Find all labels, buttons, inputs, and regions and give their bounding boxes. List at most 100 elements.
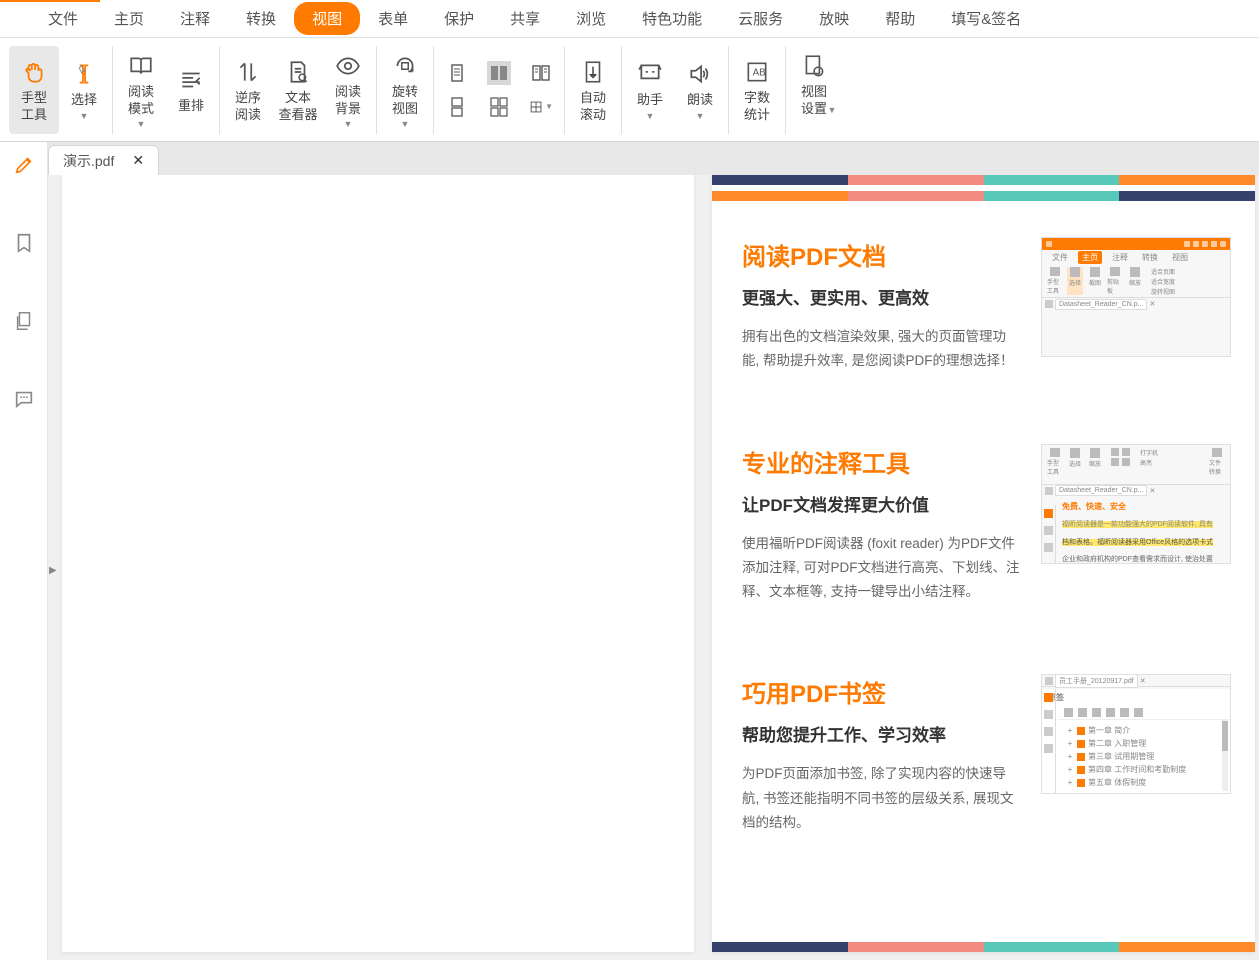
feature-subtitle: 帮助您提升工作、学习效率 — [742, 721, 1023, 746]
menu-view[interactable]: 视图 — [294, 2, 360, 35]
select-tool-button[interactable]: 选择 ▼ — [59, 46, 109, 134]
eye-icon — [333, 50, 363, 82]
dropdown-icon: ▼ — [80, 111, 89, 121]
book-icon — [126, 50, 156, 82]
continuous-two-button[interactable] — [487, 95, 511, 119]
single-page-button[interactable] — [445, 61, 469, 85]
feature-thumbnail: 手型工具 选择 缩放 打字机高亮 文件转换 Datasheet_Reader_C… — [1041, 444, 1231, 564]
pdf-page-left — [62, 175, 694, 952]
read-bg-button[interactable]: 阅读背景 ▼ — [323, 46, 373, 134]
feature-thumbnail: 文件主页注释转换视图 手型工具 选择 截图 剪贴板 缩放 适合页面适合宽度旋转视… — [1041, 237, 1231, 357]
menu-browse[interactable]: 浏览 — [558, 2, 624, 35]
auto-scroll-icon — [578, 56, 608, 88]
menu-share[interactable]: 共享 — [492, 2, 558, 35]
dropdown-icon: ▼ — [137, 119, 146, 129]
assistant-button[interactable]: 助手 ▼ — [625, 46, 675, 134]
reverse-read-button[interactable]: 逆序阅读 — [223, 46, 273, 134]
close-icon[interactable]: ✕ — [132, 152, 144, 169]
select-label: 选择 — [71, 92, 97, 109]
workspace: ▶ 阅读PDF文档 更强大、更实用、更高效 拥有出色的文档渲染效果, 强大的页面… — [0, 175, 1259, 960]
rotate-icon — [390, 50, 420, 82]
menu-form[interactable]: 表单 — [360, 2, 426, 35]
word-count-label: 字数统计 — [744, 90, 770, 124]
menubar: 文件 主页 注释 转换 视图 表单 保护 共享 浏览 特色功能 云服务 放映 帮… — [0, 0, 1259, 38]
settings-page-icon — [799, 50, 829, 82]
side-panel — [0, 142, 48, 960]
expand-panel-handle[interactable]: ▶ — [49, 555, 59, 585]
tab-title: 演示.pdf — [63, 151, 114, 171]
cursor-text-icon — [69, 58, 99, 90]
read-mode-label: 阅读模式 — [128, 84, 154, 118]
feature-desc: 拥有出色的文档渲染效果, 强大的页面管理功能, 帮助提升效率, 是您阅读PDF的… — [742, 325, 1023, 374]
decorative-stripe — [712, 175, 1255, 185]
menu-features[interactable]: 特色功能 — [624, 2, 720, 35]
dropdown-icon: ▼ — [401, 119, 410, 129]
decorative-stripe — [712, 191, 1255, 201]
menu-protect[interactable]: 保护 — [426, 2, 492, 35]
text-viewer-button[interactable]: 文本查看器 — [273, 46, 323, 134]
menu-annotate[interactable]: 注释 — [162, 2, 228, 35]
menu-sign[interactable]: 填写&签名 — [933, 2, 1039, 35]
feature-thumbnail: 员工手册_20120917.pdf✕ 书签 +第一章 简介 +第二章 入职管理 … — [1041, 674, 1231, 794]
feature-desc: 为PDF页面添加书签, 除了实现内容的快速导航, 书签还能指明不同书签的层级关系… — [742, 762, 1023, 835]
dropdown-icon: ▼ — [646, 111, 655, 121]
assistant-icon — [635, 58, 665, 90]
accent-line — [0, 0, 100, 2]
reflow-label: 重排 — [178, 98, 204, 115]
document-tab-bar: 演示.pdf ✕ — [0, 142, 1259, 175]
document-area[interactable]: 阅读PDF文档 更强大、更实用、更高效 拥有出色的文档渲染效果, 强大的页面管理… — [48, 175, 1259, 960]
reflow-icon — [176, 64, 206, 96]
hand-tool-button[interactable]: 手型工具 — [9, 46, 59, 134]
split-view-button[interactable]: ▼ — [529, 95, 553, 119]
view-layout-grid: ▼ — [437, 55, 561, 125]
rotate-label: 旋转视图 — [392, 84, 418, 118]
feature-title: 专业的注释工具 — [742, 444, 1023, 479]
cover-two-page-button[interactable] — [529, 61, 553, 85]
auto-scroll-label: 自动滚动 — [580, 90, 606, 124]
menu-file[interactable]: 文件 — [30, 2, 96, 35]
menu-convert[interactable]: 转换 — [228, 2, 294, 35]
view-settings-button[interactable]: 视图设置 ▼ — [789, 46, 839, 134]
text-viewer-label: 文本查看器 — [278, 90, 317, 124]
menu-home[interactable]: 主页 — [96, 2, 162, 35]
auto-scroll-button[interactable]: 自动滚动 — [568, 46, 618, 134]
assistant-label: 助手 — [637, 92, 663, 109]
reverse-label: 逆序阅读 — [235, 90, 261, 124]
feature-title: 阅读PDF文档 — [742, 237, 1023, 272]
two-page-button[interactable] — [487, 61, 511, 85]
pencil-icon[interactable] — [11, 152, 37, 178]
toolbar: 手型工具 选择 ▼ 阅读模式 ▼ 重排 逆序阅读 文本查看器 阅读背景 — [0, 38, 1259, 142]
document-search-icon — [283, 56, 313, 88]
menu-present[interactable]: 放映 — [801, 2, 867, 35]
hand-icon — [19, 56, 49, 88]
feature-subtitle: 更强大、更实用、更高效 — [742, 284, 1023, 309]
rotate-view-button[interactable]: 旋转视图 ▼ — [380, 46, 430, 134]
comment-icon[interactable] — [11, 386, 37, 412]
word-count-button[interactable]: AB 字数统计 — [732, 46, 782, 134]
dropdown-icon: ▼ — [828, 105, 837, 115]
document-tab[interactable]: 演示.pdf ✕ — [48, 145, 159, 175]
reflow-button[interactable]: 重排 — [166, 46, 216, 134]
view-settings-label: 视图设置 — [801, 84, 827, 118]
pdf-page-right: 阅读PDF文档 更强大、更实用、更高效 拥有出色的文档渲染效果, 强大的页面管理… — [712, 175, 1255, 952]
read-mode-button[interactable]: 阅读模式 ▼ — [116, 46, 166, 134]
bookmark-icon[interactable] — [11, 230, 37, 256]
menu-help[interactable]: 帮助 — [867, 2, 933, 35]
feature-block-annotate: 专业的注释工具 让PDF文档发挥更大价值 使用福昕PDF阅读器 (foxit r… — [712, 408, 1255, 639]
feature-desc: 使用福昕PDF阅读器 (foxit reader) 为PDF文件添加注释, 可对… — [742, 532, 1023, 605]
continuous-single-button[interactable] — [445, 95, 469, 119]
dropdown-icon: ▼ — [344, 119, 353, 129]
svg-text:AB: AB — [753, 67, 766, 78]
read-aloud-button[interactable]: 朗读 ▼ — [675, 46, 725, 134]
speaker-icon — [685, 58, 715, 90]
decorative-stripe — [712, 942, 1255, 952]
read-bg-label: 阅读背景 — [335, 84, 361, 118]
feature-subtitle: 让PDF文档发挥更大价值 — [742, 491, 1023, 516]
hand-tool-label: 手型工具 — [21, 90, 47, 124]
reverse-icon — [233, 56, 263, 88]
dropdown-icon: ▼ — [696, 111, 705, 121]
menu-cloud[interactable]: 云服务 — [720, 2, 801, 35]
feature-block-bookmark: 巧用PDF书签 帮助您提升工作、学习效率 为PDF页面添加书签, 除了实现内容的… — [712, 638, 1255, 869]
feature-block-read: 阅读PDF文档 更强大、更实用、更高效 拥有出色的文档渲染效果, 强大的页面管理… — [712, 201, 1255, 408]
pages-icon[interactable] — [11, 308, 37, 334]
